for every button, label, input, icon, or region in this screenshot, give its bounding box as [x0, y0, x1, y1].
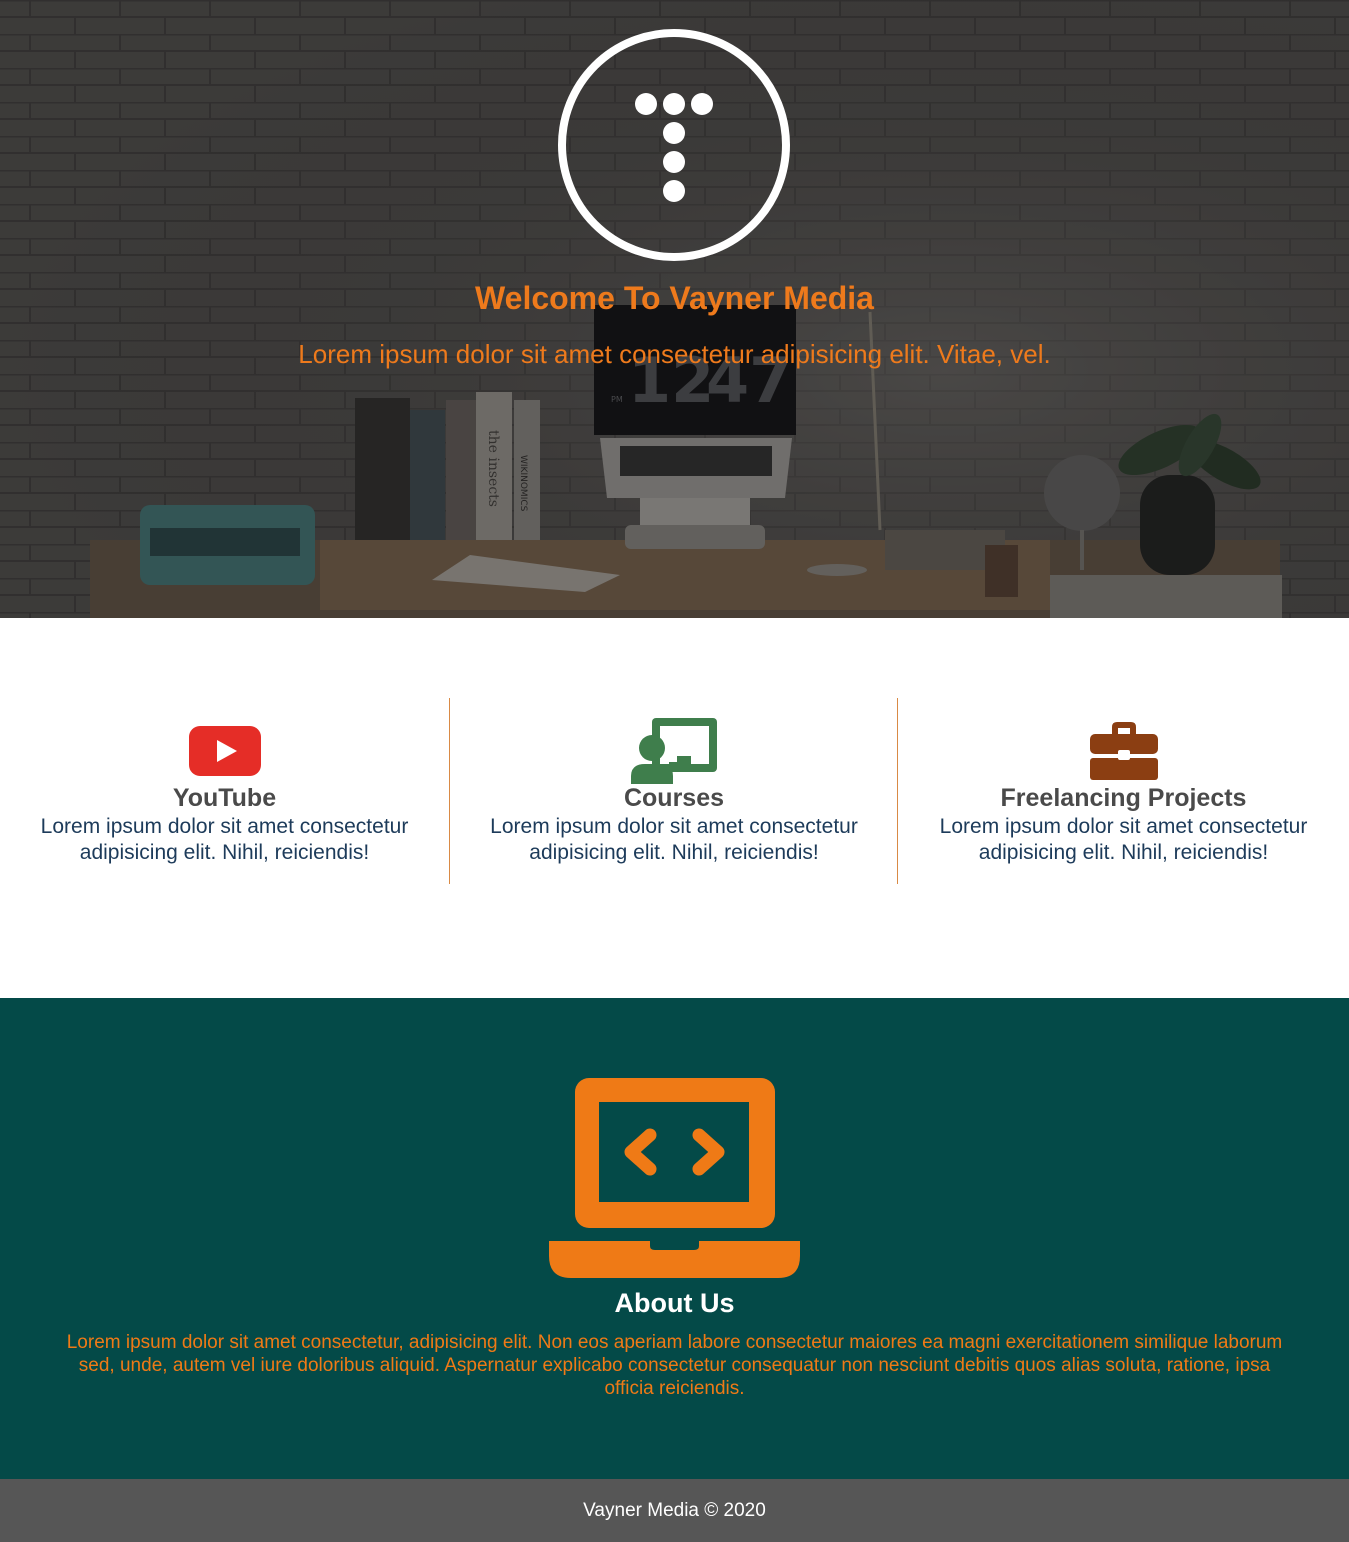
hero-subtitle: Lorem ipsum dolor sit amet consectetur a…	[298, 339, 1051, 369]
laptop-code-icon	[549, 1078, 800, 1278]
service-description: Lorem ipsum dolor sit amet consectetur a…	[40, 815, 409, 864]
service-card-courses: Courses Lorem ipsum dolor sit amet conse…	[449, 698, 898, 884]
about-text: Lorem ipsum dolor sit amet consectetur, …	[66, 1332, 1283, 1399]
brand-logo-icon	[558, 29, 790, 261]
hero-section: the insects WIKINOMICS 12 47 PM Welcome …	[0, 0, 1349, 618]
service-description: Lorem ipsum dolor sit amet consectetur a…	[490, 815, 858, 864]
services-section: YouTube Lorem ipsum dolor sit amet conse…	[0, 618, 1349, 998]
about-title: About Us	[614, 1288, 735, 1318]
about-section: About Us Lorem ipsum dolor sit amet cons…	[0, 998, 1349, 1479]
youtube-icon	[188, 726, 261, 776]
briefcase-icon	[1089, 722, 1158, 780]
hero-title: Welcome To Vayner Media	[475, 280, 874, 316]
service-card-freelancing: Freelancing Projects Lorem ipsum dolor s…	[897, 698, 1349, 884]
service-description: Lorem ipsum dolor sit amet consectetur a…	[939, 815, 1308, 864]
footer-copyright: Vayner Media © 2020	[583, 1500, 766, 1521]
chalkboard-teacher-icon	[631, 718, 717, 784]
footer: Vayner Media © 2020	[0, 1479, 1349, 1542]
service-title: Freelancing Projects	[1000, 784, 1247, 812]
service-title: YouTube	[172, 784, 277, 812]
service-title: Courses	[623, 784, 725, 812]
service-card-youtube: YouTube Lorem ipsum dolor sit amet conse…	[0, 698, 449, 884]
